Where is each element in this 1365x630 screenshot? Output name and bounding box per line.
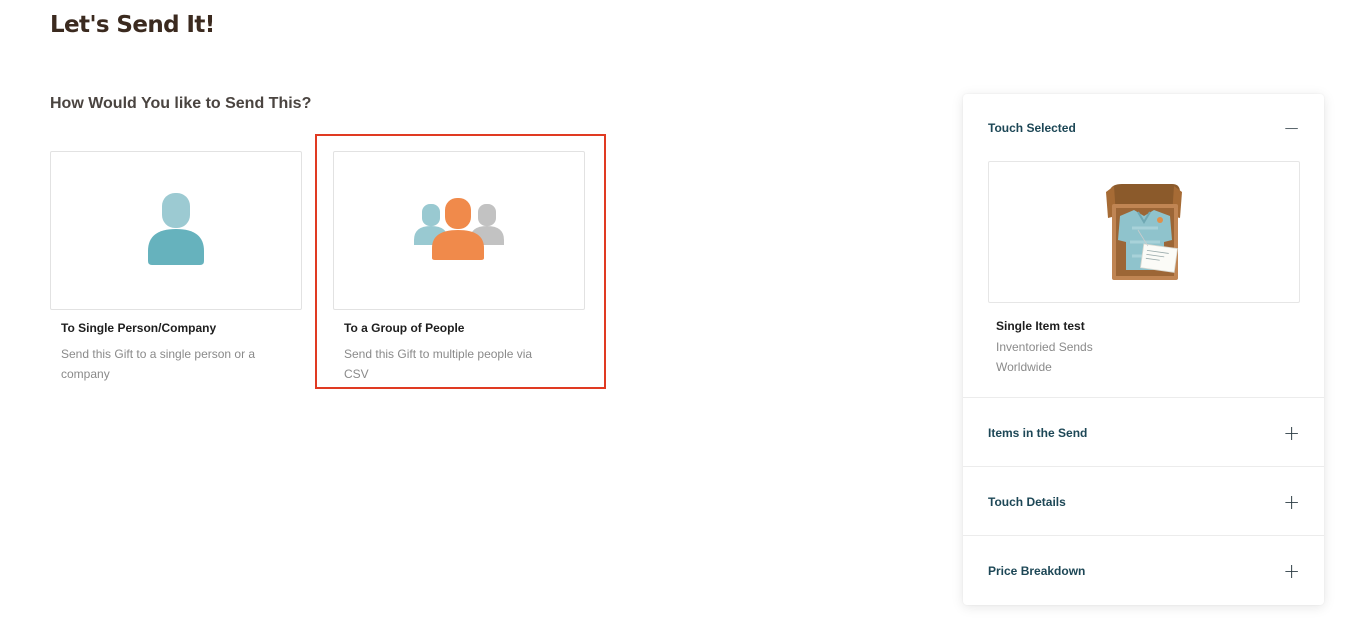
group-people-tile[interactable]: [333, 151, 585, 310]
single-person-description: Send this Gift to a single person or a c…: [61, 347, 256, 381]
group-people-option[interactable]: To a Group of People Send this Gift to m…: [333, 151, 585, 384]
group-people-description: Send this Gift to multiple people via CS…: [344, 347, 533, 381]
single-person-option[interactable]: To Single Person/Company Send this Gift …: [50, 151, 302, 384]
product-region: Worldwide: [996, 360, 1052, 374]
price-breakdown-header[interactable]: Price Breakdown +: [963, 536, 1324, 605]
product-image: [988, 161, 1300, 303]
items-in-send-section: Items in the Send +: [963, 398, 1324, 467]
expand-icon[interactable]: +: [1283, 492, 1300, 512]
page: Let's Send It! How Would You like to Sen…: [0, 0, 1365, 630]
single-person-title: To Single Person/Company: [61, 321, 217, 335]
group-people-icon: [414, 197, 504, 260]
page-title: Let's Send It!: [50, 12, 215, 38]
single-person-icon: [148, 192, 204, 265]
group-people-title: To a Group of People: [344, 321, 465, 335]
single-person-tile[interactable]: [50, 151, 302, 310]
items-in-send-label: Items in the Send: [988, 425, 1088, 440]
touch-details-label: Touch Details: [988, 494, 1066, 509]
product-name: Single Item test: [996, 319, 1085, 333]
touch-selected-section: Touch Selected − Single Item test Invent…: [963, 94, 1324, 398]
price-breakdown-label: Price Breakdown: [988, 563, 1086, 578]
send-method-heading: How Would You like to Send This?: [50, 95, 312, 112]
touch-selected-label: Touch Selected: [988, 120, 1076, 135]
expand-icon[interactable]: +: [1283, 423, 1300, 443]
touch-selected-header[interactable]: Touch Selected −: [963, 94, 1324, 161]
product-type: Inventoried Sends: [996, 340, 1093, 354]
expand-icon[interactable]: +: [1283, 561, 1300, 581]
collapse-icon[interactable]: −: [1283, 118, 1300, 138]
price-breakdown-section: Price Breakdown +: [963, 536, 1324, 605]
send-summary-panel: Touch Selected − Single Item test Invent…: [963, 94, 1324, 605]
items-in-send-header[interactable]: Items in the Send +: [963, 398, 1324, 467]
touch-details-section: Touch Details +: [963, 467, 1324, 536]
gift-box-image: [1106, 184, 1182, 280]
touch-details-header[interactable]: Touch Details +: [963, 467, 1324, 536]
